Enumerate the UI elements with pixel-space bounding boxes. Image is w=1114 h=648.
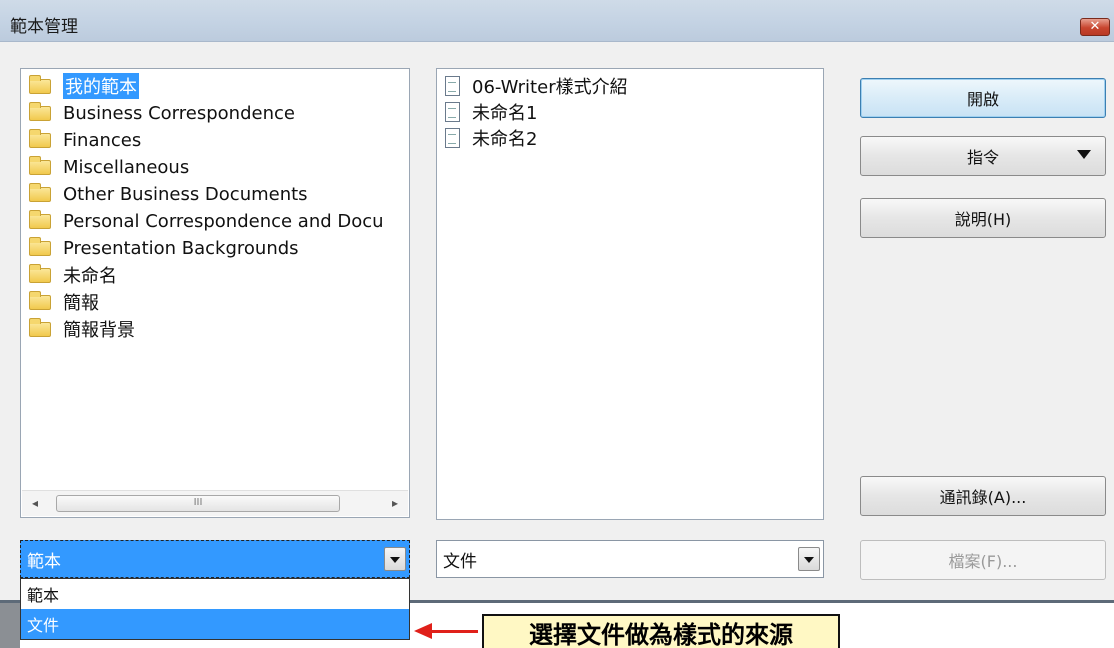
tree-item-presentation-backgrounds[interactable]: Presentation Backgrounds [29, 235, 299, 261]
list-item-untitled-1[interactable]: 未命名1 [445, 99, 537, 125]
dropdown-option-templates[interactable]: 範本 [21, 579, 409, 609]
tree-item-label: Other Business Documents [63, 183, 308, 205]
chevron-down-icon[interactable] [384, 547, 406, 571]
file-button: 檔案(F)... [860, 540, 1106, 580]
tree-item-presentation-backgrounds-zh[interactable]: 簡報背景 [29, 316, 135, 342]
document-icon [445, 76, 460, 96]
dropdown-option-documents[interactable]: 文件 [21, 609, 409, 639]
scrollbar-thumb[interactable]: III [56, 495, 340, 512]
category-tree[interactable]: 我的範本 Business Correspondence Finances Mi… [20, 68, 410, 518]
folder-icon [29, 290, 51, 310]
tree-item-label: Finances [63, 129, 142, 151]
annotation-callout: 選擇文件做為樣式的來源 [482, 614, 840, 648]
tree-item-label: 簡報 [63, 293, 99, 314]
tree-item-label: 我的範本 [63, 73, 139, 99]
folder-icon [29, 317, 51, 337]
tree-item-label: 簡報背景 [63, 320, 135, 341]
tree-item-label: Business Correspondence [63, 102, 295, 124]
tree-item-business-correspondence[interactable]: Business Correspondence [29, 100, 295, 126]
annotation-arrow-line [430, 630, 478, 633]
document-icon [445, 102, 460, 122]
dropdown-arrow-icon [1077, 150, 1091, 159]
commands-button-label: 指令 [966, 148, 999, 167]
list-item-untitled-2[interactable]: 未命名2 [445, 125, 537, 151]
list-item-label: 未命名1 [472, 103, 538, 124]
close-button[interactable]: ✕ [1080, 18, 1110, 36]
tree-item-label: 未命名 [63, 266, 117, 287]
tree-item-finances[interactable]: Finances [29, 127, 141, 153]
open-button[interactable]: 開啟 [860, 78, 1106, 118]
title-bar: 範本管理 ✕ [0, 0, 1114, 42]
commands-button[interactable]: 指令 [860, 136, 1106, 176]
scroll-right-arrow-icon[interactable]: ▸ [392, 496, 398, 510]
tree-item-label: Personal Correspondence and Docu [63, 210, 384, 232]
scroll-left-arrow-icon[interactable]: ◂ [32, 496, 38, 510]
template-manager-dialog: 範本管理 ✕ 我的範本 Business Correspondence Fina… [0, 0, 1114, 648]
folder-icon [29, 128, 51, 148]
bottom-edge [0, 603, 20, 648]
tree-item-my-templates[interactable]: 我的範本 [29, 73, 139, 99]
folder-icon [29, 209, 51, 229]
source-dropdown-list[interactable]: 範本 文件 [20, 578, 410, 640]
folder-icon [29, 101, 51, 121]
tree-item-label: Miscellaneous [63, 156, 190, 178]
document-source-select[interactable]: 文件 [436, 540, 824, 578]
document-icon [445, 128, 460, 148]
folder-icon [29, 236, 51, 256]
folder-icon [29, 263, 51, 283]
tree-item-untitled[interactable]: 未命名 [29, 262, 117, 288]
tree-item-presentations[interactable]: 簡報 [29, 289, 99, 315]
category-source-value: 範本 [27, 551, 61, 572]
list-item-writer-styles[interactable]: 06-Writer樣式介紹 [445, 73, 628, 99]
window-title: 範本管理 [10, 17, 78, 37]
category-source-select[interactable]: 範本 [20, 540, 410, 578]
tree-item-other-business-documents[interactable]: Other Business Documents [29, 181, 308, 207]
list-item-label: 06-Writer樣式介紹 [472, 77, 628, 98]
folder-icon [29, 182, 51, 202]
tree-item-personal-correspondence[interactable]: Personal Correspondence and Docu [29, 208, 384, 234]
document-list[interactable]: 06-Writer樣式介紹 未命名1 未命名2 [436, 68, 824, 520]
list-item-label: 未命名2 [472, 129, 538, 150]
folder-icon [29, 155, 51, 175]
horizontal-scrollbar[interactable]: ◂ III ▸ [22, 490, 408, 516]
folder-icon [29, 74, 51, 94]
help-button[interactable]: 說明(H) [860, 198, 1106, 238]
tree-item-miscellaneous[interactable]: Miscellaneous [29, 154, 189, 180]
chevron-down-icon[interactable] [798, 547, 820, 571]
tree-item-label: Presentation Backgrounds [63, 237, 299, 259]
document-source-value: 文件 [443, 551, 477, 572]
address-book-button[interactable]: 通訊錄(A)... [860, 476, 1106, 516]
